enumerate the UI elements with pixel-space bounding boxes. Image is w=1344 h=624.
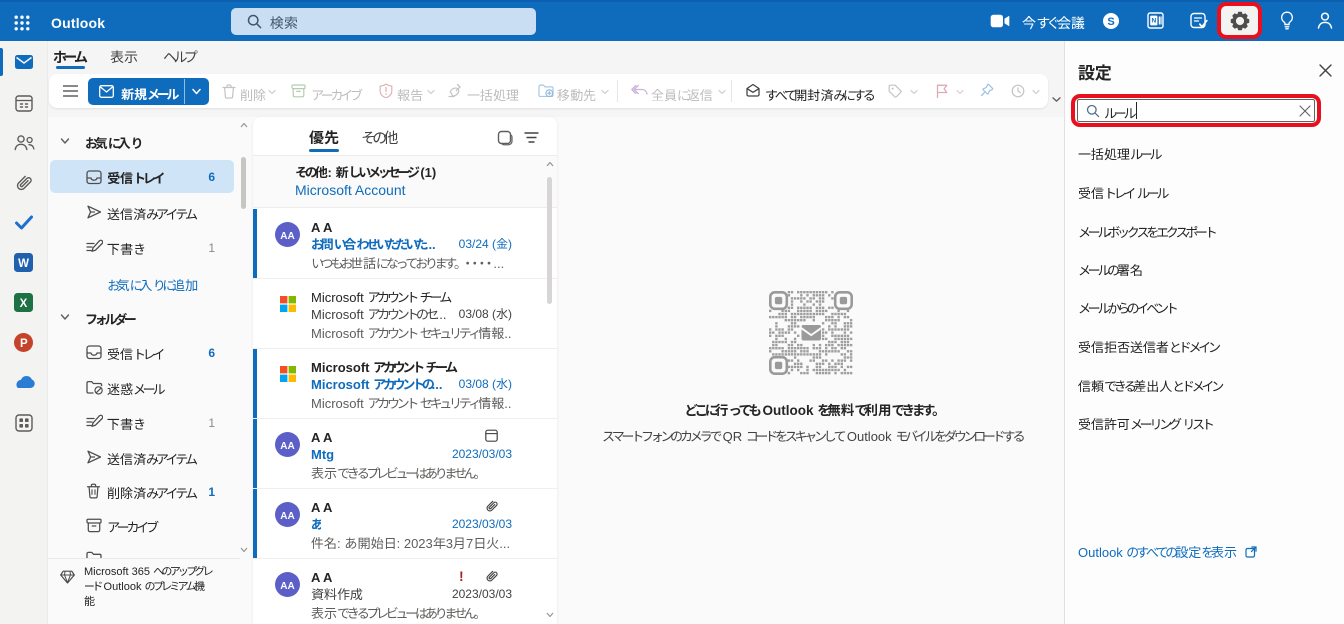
svg-text:W: W xyxy=(18,258,29,270)
svg-text:P: P xyxy=(20,338,28,350)
svg-text:N: N xyxy=(1151,18,1156,25)
svg-text:X: X xyxy=(20,298,28,310)
